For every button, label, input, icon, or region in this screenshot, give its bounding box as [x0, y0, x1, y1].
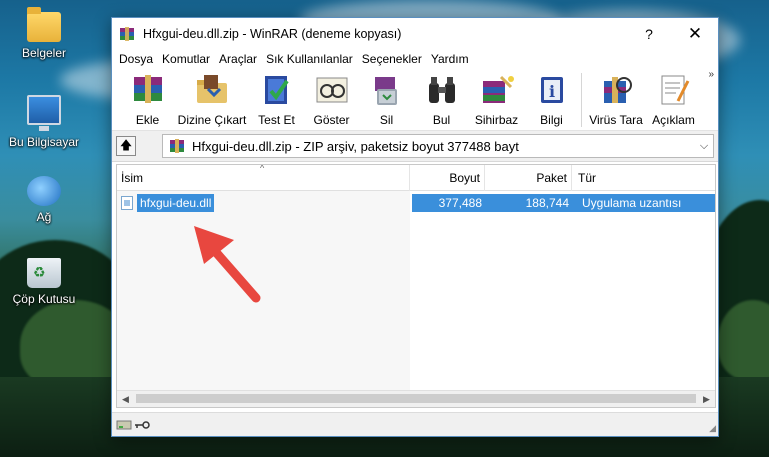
column-header-size[interactable]: Boyut	[410, 165, 485, 191]
recycle-bin-icon	[27, 258, 61, 288]
resize-grip-icon[interactable]: ◢	[709, 423, 716, 434]
test-icon	[259, 73, 295, 107]
virus-scan-icon	[598, 73, 634, 107]
file-packed-size: 188,744	[525, 196, 569, 210]
table-row[interactable]: hfxgui-deu.dll 377,488 188,744 Uygulama …	[119, 194, 715, 212]
up-folder-button[interactable]: 🡅	[116, 136, 136, 156]
menu-komutlar[interactable]: Komutlar	[158, 52, 214, 66]
info-button[interactable]: i Bilgi	[524, 69, 579, 127]
virus-scan-button-label: Virüs Tara	[589, 113, 643, 127]
dll-file-icon	[121, 196, 133, 210]
column-header-type[interactable]: Tür	[572, 165, 715, 191]
window-title: Hfxgui-deu.dll.zip - WinRAR (deneme kopy…	[143, 26, 402, 41]
documents-folder-icon	[27, 7, 61, 42]
delete-button-label: Sil	[379, 113, 394, 127]
desktop-icon-this-pc[interactable]: Bu Bilgisayar	[5, 95, 83, 149]
toolbar-separator	[581, 73, 582, 127]
network-icon	[27, 176, 61, 206]
address-text: Hfxgui-deu.dll.zip - ZIP arşiv, paketsiz…	[192, 138, 519, 154]
winrar-app-icon	[119, 26, 135, 42]
desktop-icon-documents[interactable]: Belgeler	[5, 7, 83, 60]
menu-bar: Dosya Komutlar Araçlar Sık Kullanılanlar…	[112, 49, 718, 69]
extract-to-button[interactable]: Dizine Çıkart	[175, 69, 249, 127]
add-button-label: Ekle	[135, 113, 160, 127]
scroll-left-icon[interactable]: ◀	[117, 394, 134, 405]
address-bar: 🡅 Hfxgui-deu.dll.zip - ZIP arşiv, pakets…	[112, 131, 718, 162]
desktop-icon-recycle-bin[interactable]: Çöp Kutusu	[5, 258, 83, 306]
view-icon	[314, 73, 350, 107]
desktop-icon-label: Çöp Kutusu	[12, 292, 76, 306]
column-header-packed[interactable]: Paket	[485, 165, 572, 191]
wizard-button[interactable]: Sihirbaz	[469, 69, 524, 127]
desktop-icon-label: Ağ	[36, 210, 52, 224]
this-pc-icon	[27, 95, 61, 131]
add-button[interactable]: Ekle	[120, 69, 175, 127]
desktop-icon-label: Bu Bilgisayar	[8, 135, 80, 149]
key-icon	[134, 419, 150, 431]
view-button-label: Göster	[313, 113, 350, 127]
close-button[interactable]: ✕	[672, 18, 718, 49]
test-button-label: Test Et	[258, 113, 295, 127]
file-type: Uygulama uzantısı	[582, 196, 682, 210]
svg-text:i: i	[548, 82, 554, 101]
status-bar: ◢	[112, 412, 718, 436]
title-bar[interactable]: Hfxgui-deu.dll.zip - WinRAR (deneme kopy…	[112, 18, 718, 49]
help-button[interactable]: ?	[626, 18, 672, 49]
scroll-thumb[interactable]	[136, 394, 696, 403]
menu-araclar[interactable]: Araçlar	[215, 52, 261, 66]
wizard-button-label: Sihirbaz	[474, 113, 519, 127]
drive-icon	[116, 419, 132, 431]
extract-to-icon	[194, 73, 230, 107]
info-button-label: Bilgi	[540, 113, 563, 127]
up-arrow-icon: 🡅	[119, 137, 133, 152]
find-icon	[424, 73, 460, 107]
horizontal-scrollbar[interactable]: ◀ ▶	[117, 390, 715, 407]
test-button[interactable]: Test Et	[249, 69, 304, 127]
virus-scan-button[interactable]: Virüs Tara	[586, 69, 646, 127]
comment-button-label: Açıklam	[652, 113, 695, 127]
toolbar-overflow-chevron-icon[interactable]: »	[708, 69, 714, 80]
address-field[interactable]: Hfxgui-deu.dll.zip - ZIP arşiv, paketsiz…	[162, 134, 714, 158]
list-header: İsim ^ Boyut Paket Tür	[117, 165, 715, 191]
desktop-icon-label: Belgeler	[21, 46, 67, 60]
info-icon: i	[534, 73, 570, 107]
menu-sik-kullanilanlar[interactable]: Sık Kullanılanlar	[262, 52, 357, 66]
menu-secenekler[interactable]: Seçenekler	[358, 52, 426, 66]
chevron-down-icon[interactable]: ⌵	[695, 140, 713, 153]
menu-yardim[interactable]: Yardım	[427, 52, 473, 66]
sort-arrow-icon: ^	[260, 164, 265, 173]
find-button[interactable]: Bul	[414, 69, 469, 127]
wizard-icon	[479, 73, 515, 107]
archive-icon	[169, 138, 185, 154]
comment-icon	[656, 73, 692, 107]
extract-to-button-label: Dizine Çıkart	[177, 113, 247, 127]
scroll-right-icon[interactable]: ▶	[698, 394, 715, 405]
delete-button[interactable]: Sil	[359, 69, 414, 127]
delete-icon	[369, 73, 405, 107]
toolbar: Ekle Dizine Çıkart Test Et Göster Sil Bu…	[112, 69, 718, 131]
desktop-icon-network[interactable]: Ağ	[5, 176, 83, 224]
file-name: hfxgui-deu.dll	[137, 194, 215, 212]
red-annotation-arrow-icon	[194, 226, 261, 303]
add-archive-icon	[130, 73, 166, 107]
find-button-label: Bul	[432, 113, 451, 127]
menu-dosya[interactable]: Dosya	[115, 52, 157, 66]
view-button[interactable]: Göster	[304, 69, 359, 127]
comment-button[interactable]: Açıklam	[646, 69, 701, 127]
file-size: 377,488	[438, 196, 482, 210]
column-header-name[interactable]: İsim ^	[117, 165, 410, 191]
